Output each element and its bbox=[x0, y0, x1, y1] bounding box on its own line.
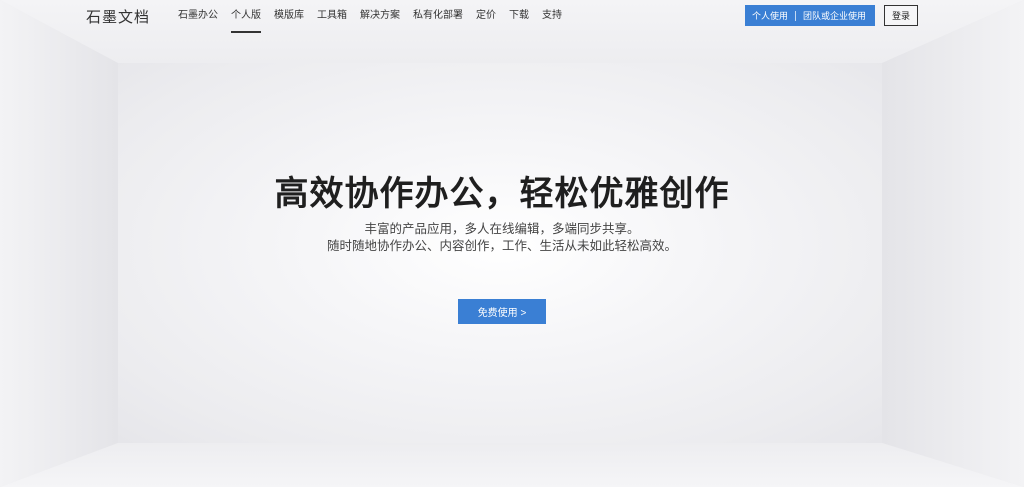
personal-use-button[interactable]: 个人使用 bbox=[745, 9, 795, 22]
nav-item-personal[interactable]: 个人版 bbox=[231, 0, 261, 34]
hero-title: 高效协作办公，轻松优雅创作 bbox=[274, 174, 730, 214]
team-use-button[interactable]: 团队或企业使用 bbox=[796, 9, 873, 22]
hero-subtitle-line2: 随时随地协作办公、内容创作，工作、生活从未如此轻松高效。 bbox=[326, 238, 677, 253]
free-use-button[interactable]: 免费使用 > bbox=[458, 299, 546, 324]
nav-item-download[interactable]: 下载 bbox=[509, 0, 529, 34]
nav-item-templates[interactable]: 模版库 bbox=[274, 0, 304, 34]
nav-item-toolbox[interactable]: 工具箱 bbox=[317, 0, 347, 34]
site-header: 石墨文档 石墨办公 个人版 模版库 工具箱 解决方案 私有化部署 定价 下载 支… bbox=[0, 0, 1024, 34]
nav-item-support[interactable]: 支持 bbox=[542, 0, 562, 34]
login-button[interactable]: 登录 bbox=[884, 5, 918, 26]
nav-item-private-deploy[interactable]: 私有化部署 bbox=[413, 0, 463, 34]
nav-item-pricing[interactable]: 定价 bbox=[476, 0, 496, 34]
nav-item-shimo-office[interactable]: 石墨办公 bbox=[178, 0, 218, 34]
usage-cta-group: 个人使用 团队或企业使用 bbox=[745, 5, 875, 26]
main-nav: 石墨办公 个人版 模版库 工具箱 解决方案 私有化部署 定价 下载 支持 bbox=[178, 0, 575, 34]
nav-item-solutions[interactable]: 解决方案 bbox=[360, 0, 400, 34]
room-floor bbox=[0, 443, 1024, 487]
site-logo[interactable]: 石墨文档 bbox=[86, 6, 150, 27]
